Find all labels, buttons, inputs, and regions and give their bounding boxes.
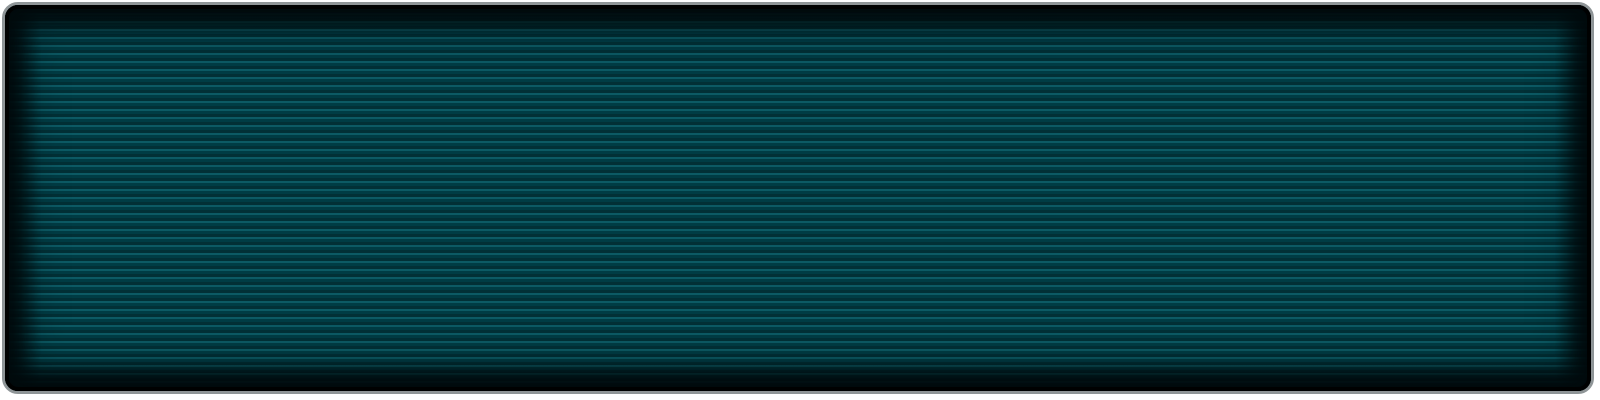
canvas <box>0 0 1600 400</box>
ribbon-bar <box>2 2 1594 394</box>
ribbon-striped-field <box>5 5 1591 391</box>
